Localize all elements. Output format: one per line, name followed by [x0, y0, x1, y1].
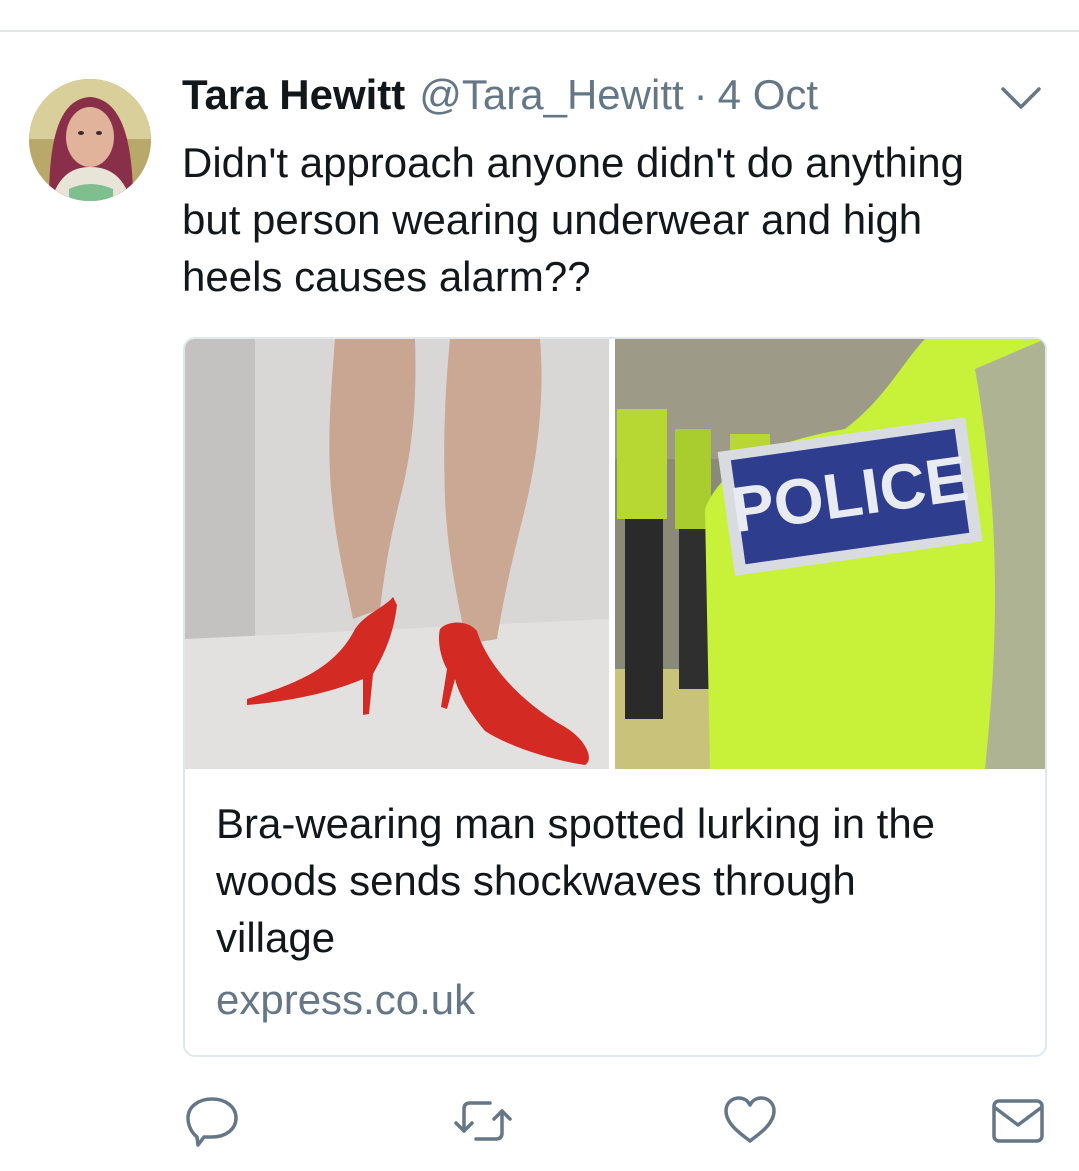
link-card[interactable]: POLICE Bra-wearing man spotted lurking i… — [183, 337, 1047, 1057]
police-photo: POLICE — [615, 339, 1045, 769]
retweet-icon[interactable] — [452, 1093, 512, 1149]
chevron-down-icon[interactable] — [998, 80, 1044, 114]
tweet-text-line: Didn't approach anyone didn't do anythin… — [182, 139, 964, 186]
tweet-text-line: but person wearing underwear and high — [182, 196, 923, 243]
mail-icon[interactable] — [990, 1093, 1046, 1149]
avatar[interactable] — [29, 79, 151, 201]
tweet-date[interactable]: 4 Oct — [718, 71, 818, 119]
separator-dot: · — [693, 71, 708, 118]
heart-icon[interactable] — [722, 1093, 778, 1149]
tweet-header: Tara Hewitt @Tara_Hewitt · 4 Oct — [182, 70, 818, 120]
card-title-line: Bra-wearing man spotted lurking in the — [216, 800, 936, 847]
heels-photo — [185, 339, 609, 769]
top-divider — [0, 30, 1079, 32]
tweet-text-line: heels causes alarm?? — [182, 253, 591, 300]
author-handle[interactable]: @Tara_Hewitt — [419, 71, 683, 119]
author-name[interactable]: Tara Hewitt — [182, 71, 405, 119]
avatar-image — [29, 79, 151, 201]
card-title-line: village — [216, 914, 336, 961]
card-image: POLICE — [185, 339, 1045, 769]
tweet-text: Didn't approach anyone didn't do anythin… — [182, 134, 1042, 305]
card-domain[interactable]: express.co.uk — [216, 975, 475, 1025]
reply-icon[interactable] — [184, 1093, 240, 1149]
card-title-line: woods sends shockwaves through — [216, 857, 856, 904]
card-title[interactable]: Bra-wearing man spotted lurking in the w… — [216, 795, 1016, 966]
